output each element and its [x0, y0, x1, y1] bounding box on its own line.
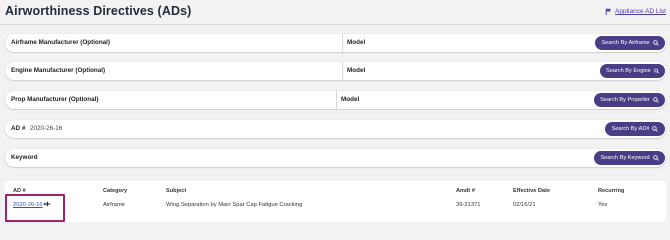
prop-manufacturer-field[interactable]: Prop Manufacturer (Optional)	[11, 96, 98, 103]
page-header: Airworthiness Directives (ADs) Appliance…	[0, 0, 670, 24]
search-by-propeller-button[interactable]: Search By Propeller	[594, 93, 665, 107]
ad-number-input[interactable]: 2020-26-16	[30, 125, 62, 132]
keyword-field[interactable]: Keyword	[11, 154, 38, 161]
column-header-amdt: Amdt #	[456, 188, 475, 194]
column-header-effective-date: Effective Date	[513, 188, 550, 194]
search-by-airframe-label: Search By Airframe	[601, 40, 650, 46]
column-header-subject: Subject	[166, 188, 187, 194]
keyword-search-row: Keyword Search By Keyword	[5, 149, 666, 167]
flag-icon	[605, 8, 611, 15]
page-title: Airworthiness Directives (ADs)	[5, 4, 192, 18]
search-icon	[652, 155, 659, 161]
column-header-recurring: Recurring	[598, 188, 625, 194]
ad-number-label: AD #	[11, 125, 26, 132]
search-by-propeller-label: Search By Propeller	[600, 97, 650, 103]
category-cell: Airframe	[103, 202, 125, 208]
field-separator	[342, 62, 343, 80]
search-icon	[652, 40, 659, 46]
highlight-box	[5, 194, 65, 222]
search-icon	[652, 126, 659, 132]
engine-manufacturer-field[interactable]: Engine Manufacturer (Optional)	[11, 67, 105, 74]
engine-model-field[interactable]: Model	[347, 67, 365, 74]
prop-model-field[interactable]: Model	[341, 96, 359, 103]
column-header-category: Category	[103, 188, 128, 194]
field-separator	[336, 91, 337, 109]
search-by-keyword-button[interactable]: Search By Keyword	[594, 151, 665, 165]
appliance-ad-list-link[interactable]: Appliance AD List	[605, 8, 666, 15]
appliance-ad-list-label[interactable]: Appliance AD List	[615, 8, 666, 15]
airframe-search-row: Airframe Manufacturer (Optional) Model S…	[5, 34, 666, 52]
engine-search-row: Engine Manufacturer (Optional) Model Sea…	[5, 62, 666, 80]
field-separator	[342, 34, 343, 52]
amdt-cell: 39-21371	[456, 202, 481, 208]
effective-date-cell: 02/16/21	[513, 202, 536, 208]
ad-number-search-row: AD # 2020-26-16 Search By AD#	[5, 120, 666, 138]
header-divider	[0, 24, 670, 25]
search-icon	[653, 68, 659, 74]
search-by-airframe-button[interactable]: Search By Airframe	[595, 36, 665, 50]
search-by-ad-button[interactable]: Search By AD#	[605, 122, 665, 136]
search-icon	[653, 97, 659, 103]
search-by-keyword-label: Search By Keyword	[600, 155, 650, 161]
prop-search-row: Prop Manufacturer (Optional) Model Searc…	[5, 91, 666, 109]
airframe-model-field[interactable]: Model	[347, 39, 365, 46]
search-by-engine-button[interactable]: Search By Engine	[600, 64, 665, 78]
subject-cell: Wing Separation by Main Spar Cap Fatigue…	[166, 202, 303, 208]
recurring-cell: Yes	[598, 202, 608, 208]
airframe-manufacturer-field[interactable]: Airframe Manufacturer (Optional)	[11, 39, 110, 46]
search-by-engine-label: Search By Engine	[606, 68, 651, 74]
results-table: AD # Category Subject Amdt # Effective D…	[5, 181, 666, 222]
search-by-ad-label: Search By AD#	[611, 126, 650, 132]
